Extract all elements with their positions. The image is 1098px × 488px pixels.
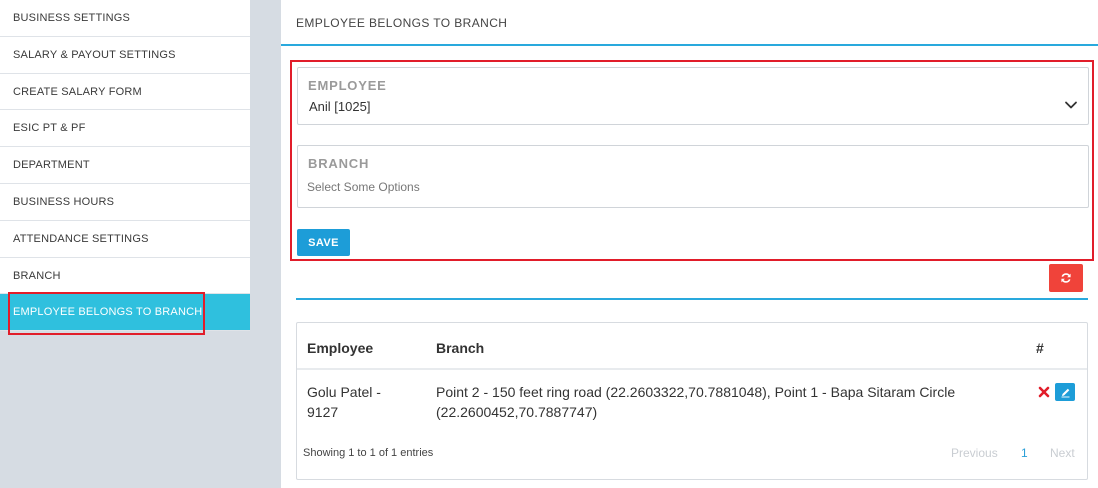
form-highlight-box: EMPLOYEE Anil [1025] BRANCH Select Some … (290, 60, 1094, 261)
column-header-branch[interactable]: Branch (436, 340, 484, 356)
branch-multiselect[interactable]: BRANCH Select Some Options (297, 145, 1089, 208)
sidebar-item-salary-payout-settings[interactable]: SALARY & PAYOUT SETTINGS (0, 36, 250, 74)
refresh-button[interactable] (1049, 264, 1083, 292)
sidebar-item-business-settings[interactable]: BUSINESS SETTINGS (0, 0, 250, 37)
pencil-icon (1061, 388, 1069, 397)
row-branch-line1: Point 2 - 150 feet ring road (22.2603322… (436, 384, 956, 400)
pagination-next[interactable]: Next (1050, 446, 1075, 460)
row-employee-id: 9127 (307, 404, 339, 420)
employee-branch-table: Employee Branch # Golu Patel - 9127 Poin… (296, 322, 1088, 480)
settings-sidebar: BUSINESS SETTINGS SALARY & PAYOUT SETTIN… (0, 0, 250, 332)
sidebar-item-esic-pt-pf[interactable]: ESIC PT & PF (0, 110, 250, 148)
column-header-actions: # (1036, 340, 1044, 356)
section-divider (296, 298, 1088, 300)
sidebar-item-attendance-settings[interactable]: ATTENDANCE SETTINGS (0, 220, 250, 258)
table-info: Showing 1 to 1 of 1 entries (303, 447, 434, 459)
close-icon[interactable] (1038, 386, 1050, 398)
page-title: EMPLOYEE BELONGS TO BRANCH (281, 0, 1098, 46)
table-header-divider (297, 368, 1087, 370)
column-header-employee[interactable]: Employee (307, 340, 373, 356)
chevron-down-icon[interactable] (1064, 98, 1078, 112)
sidebar-item-branch[interactable]: BRANCH (0, 257, 250, 295)
employee-select[interactable]: EMPLOYEE Anil [1025] (297, 67, 1089, 125)
row-branch-line2: (22.2600452,70.7887747) (436, 404, 598, 420)
sidebar-item-create-salary-form[interactable]: CREATE SALARY FORM (0, 73, 250, 111)
edit-button[interactable] (1055, 383, 1075, 401)
refresh-icon (1061, 273, 1071, 283)
pagination-page-1[interactable]: 1 (1021, 446, 1028, 460)
sidebar-item-business-hours[interactable]: BUSINESS HOURS (0, 183, 250, 221)
branch-label: BRANCH (308, 156, 370, 171)
employee-value: Anil [1025] (309, 99, 371, 114)
branch-placeholder[interactable]: Select Some Options (307, 180, 420, 194)
save-button[interactable]: SAVE (297, 229, 350, 256)
row-employee-name: Golu Patel - (307, 384, 381, 400)
pagination-previous[interactable]: Previous (951, 446, 998, 460)
sidebar-item-department[interactable]: DEPARTMENT (0, 147, 250, 184)
employee-label: EMPLOYEE (308, 78, 387, 93)
sidebar-item-employee-belongs-to-branch[interactable]: EMPLOYEE BELONGS TO BRANCH (0, 294, 250, 332)
main-panel: EMPLOYEE BELONGS TO BRANCH EMPLOYEE Anil… (281, 0, 1098, 488)
